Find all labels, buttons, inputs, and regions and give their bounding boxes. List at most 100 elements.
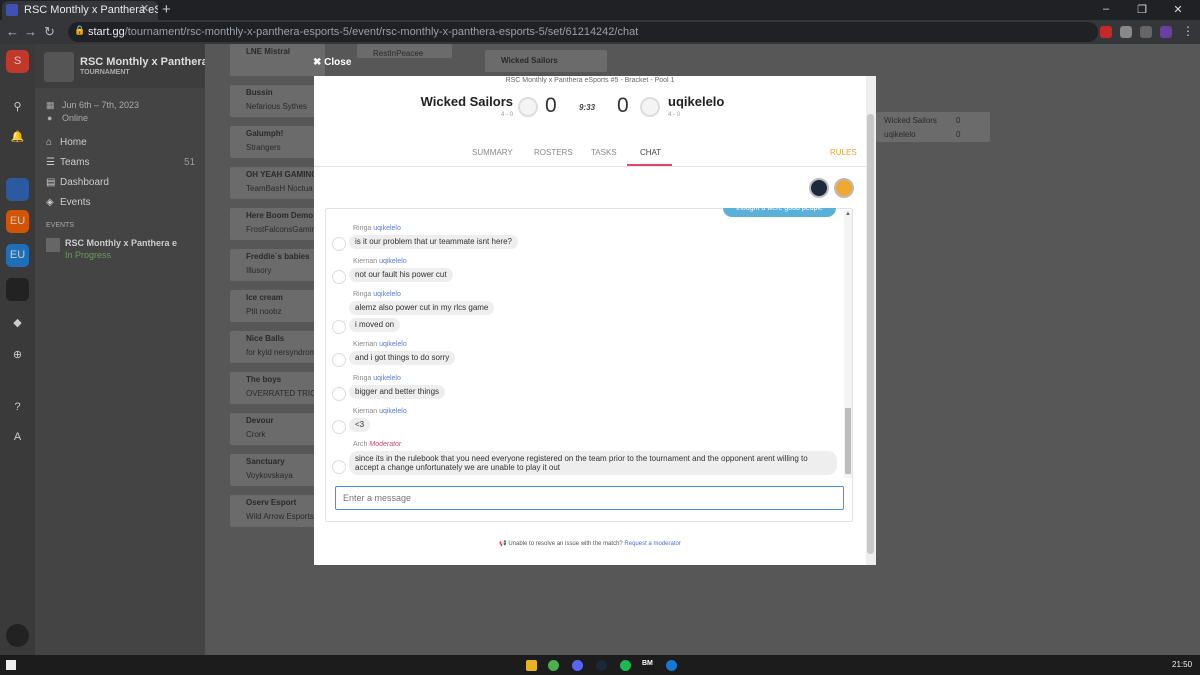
sender-avatar xyxy=(332,237,346,251)
chat-bubble: since its in the rulebook that you need … xyxy=(349,451,837,475)
sender-avatar xyxy=(332,460,346,474)
taskbar-clock[interactable]: 21:50 xyxy=(1172,660,1192,669)
close-modal-button[interactable]: ✖ Close xyxy=(313,57,351,68)
back-icon[interactable]: ← xyxy=(6,24,19,39)
events-header: EVENTS xyxy=(46,222,75,229)
discord-icon[interactable] xyxy=(572,660,583,671)
chat-bubble: and i got things to do sorry xyxy=(349,351,456,365)
spotify-icon[interactable] xyxy=(620,660,631,671)
minimize-button[interactable]: – xyxy=(1092,3,1120,15)
notifications-icon[interactable]: 🔔 xyxy=(6,126,29,149)
window-close-button[interactable]: ✕ xyxy=(1164,3,1192,16)
tournament-dates: Jun 6th – 7th, 2023 xyxy=(62,100,140,110)
message-sender: Ringa uqikelelo xyxy=(353,225,401,232)
event-name[interactable]: RSC Monthly x Panthera e xyxy=(65,238,177,248)
tournament-title: RSC Monthly x Panthera eS xyxy=(80,56,225,68)
extension-icon[interactable] xyxy=(1100,26,1112,38)
extension-icon[interactable] xyxy=(1120,26,1132,38)
bracket-team: Wild Arrow Esports xyxy=(246,512,314,521)
bracket-team: Voykovskaya xyxy=(246,471,293,480)
maximize-button[interactable]: ❐ xyxy=(1128,3,1156,16)
tab-title: RSC Monthly x Panthera eSports xyxy=(24,4,158,16)
bracket-score: 0 xyxy=(956,130,961,139)
steam-icon[interactable] xyxy=(596,660,607,671)
tab-close-icon[interactable]: ✕ xyxy=(140,2,149,15)
url-bar[interactable]: start.gg/tournament/rsc-monthly-x-panthe… xyxy=(68,22,1098,42)
chat-bubble: not our fault his power cut xyxy=(349,268,453,282)
rocket-league-icon[interactable] xyxy=(666,660,677,671)
sidepanel-icon[interactable] xyxy=(1140,26,1152,38)
participant-avatar[interactable] xyxy=(809,178,829,198)
new-tab-button[interactable]: + xyxy=(162,1,171,18)
menu-icon[interactable]: ⋮ xyxy=(1182,24,1194,38)
tab-rules[interactable]: RULES xyxy=(830,148,857,157)
modal-scroll-thumb[interactable] xyxy=(867,114,874,554)
bracket-match[interactable] xyxy=(230,85,325,117)
sender-name: Ringa xyxy=(353,291,372,298)
bracket-match[interactable] xyxy=(230,413,325,445)
message-input[interactable] xyxy=(335,486,844,510)
bracket-team: Bussin xyxy=(246,88,273,97)
chat-scroll-thumb[interactable] xyxy=(845,408,851,474)
community-icon[interactable] xyxy=(6,278,29,301)
issue-notice: 📢 Unable to resolve an issue with the ma… xyxy=(314,540,866,547)
bracket-team: Galumph! xyxy=(246,129,284,138)
search-icon[interactable]: ⚲ xyxy=(6,96,29,119)
bm-app-icon[interactable]: BM xyxy=(642,660,653,667)
sender-name: Ringa xyxy=(353,225,372,232)
scroll-up-icon[interactable]: ▲ xyxy=(845,211,851,217)
chrome-icon[interactable] xyxy=(548,660,559,671)
sender-avatar xyxy=(332,353,346,367)
team2-record: 4 - 0 xyxy=(668,112,681,118)
tournament-logo xyxy=(44,52,74,82)
reload-icon[interactable]: ↻ xyxy=(44,24,55,40)
bracket-team: Wicked Sailors xyxy=(501,56,558,65)
forward-icon[interactable]: → xyxy=(24,24,37,39)
add-icon[interactable]: ⊕ xyxy=(6,344,29,367)
sender-name: Ringa xyxy=(353,375,372,382)
bracket-team: Ptit noobz xyxy=(246,307,282,316)
sender-avatar xyxy=(332,420,346,434)
user-avatar[interactable] xyxy=(6,624,29,647)
profile-avatar[interactable] xyxy=(1160,26,1172,38)
sender-name: Arch xyxy=(353,441,368,448)
startgg-logo[interactable]: S xyxy=(6,50,29,73)
nav-home[interactable]: Home xyxy=(60,137,87,148)
bracket-team: TeamBasH Noctua xyxy=(246,184,313,193)
message-sender: Kiernan uqikelelo xyxy=(353,408,407,415)
moderator-badge: Moderator xyxy=(369,441,402,448)
nav-events[interactable]: Events xyxy=(60,197,91,208)
tab-chat[interactable]: CHAT xyxy=(640,148,661,157)
team1-logo xyxy=(518,97,538,117)
sender-name: Kiernan xyxy=(353,408,378,415)
browser-tab[interactable]: RSC Monthly x Panthera eSports xyxy=(2,1,158,20)
close-label: Close xyxy=(324,57,352,68)
request-moderator-link[interactable]: Request a moderator xyxy=(624,541,680,547)
help-icon[interactable]: ? xyxy=(6,396,29,419)
events-icon: ◈ xyxy=(46,197,54,208)
sender-team: uqikelelo xyxy=(379,408,407,415)
tab-tasks[interactable]: TASKS xyxy=(591,148,617,157)
file-explorer-icon[interactable] xyxy=(526,660,537,671)
translate-icon[interactable]: A xyxy=(6,426,29,449)
nav-teams[interactable]: Teams xyxy=(60,157,89,168)
team2-name: uqikelelo xyxy=(668,94,725,109)
bracket-team: Sanctuary xyxy=(246,457,285,466)
community-eu-icon[interactable]: EU xyxy=(6,210,29,233)
sender-team: uqikelelo xyxy=(379,258,407,265)
browser-tab-bar xyxy=(0,0,1200,20)
community-eu-icon[interactable]: EU xyxy=(6,244,29,267)
lock-icon: 🔒 xyxy=(74,25,86,35)
nav-dashboard[interactable]: Dashboard xyxy=(60,177,109,188)
participant-avatar[interactable] xyxy=(834,178,854,198)
sender-name: Kiernan xyxy=(353,341,378,348)
tab-summary[interactable]: SUMMARY xyxy=(472,148,513,157)
community-icon[interactable] xyxy=(6,178,29,201)
diamond-icon[interactable]: ◆ xyxy=(6,312,29,335)
tab-rosters[interactable]: ROSTERS xyxy=(534,148,573,157)
bracket-team: Here Boom Demo xyxy=(246,211,314,220)
bracket-team: for kyld nersyndrome xyxy=(246,348,321,357)
sender-team: uqikelelo xyxy=(373,291,401,298)
team2-logo xyxy=(640,97,660,117)
windows-start-icon[interactable] xyxy=(6,660,16,670)
